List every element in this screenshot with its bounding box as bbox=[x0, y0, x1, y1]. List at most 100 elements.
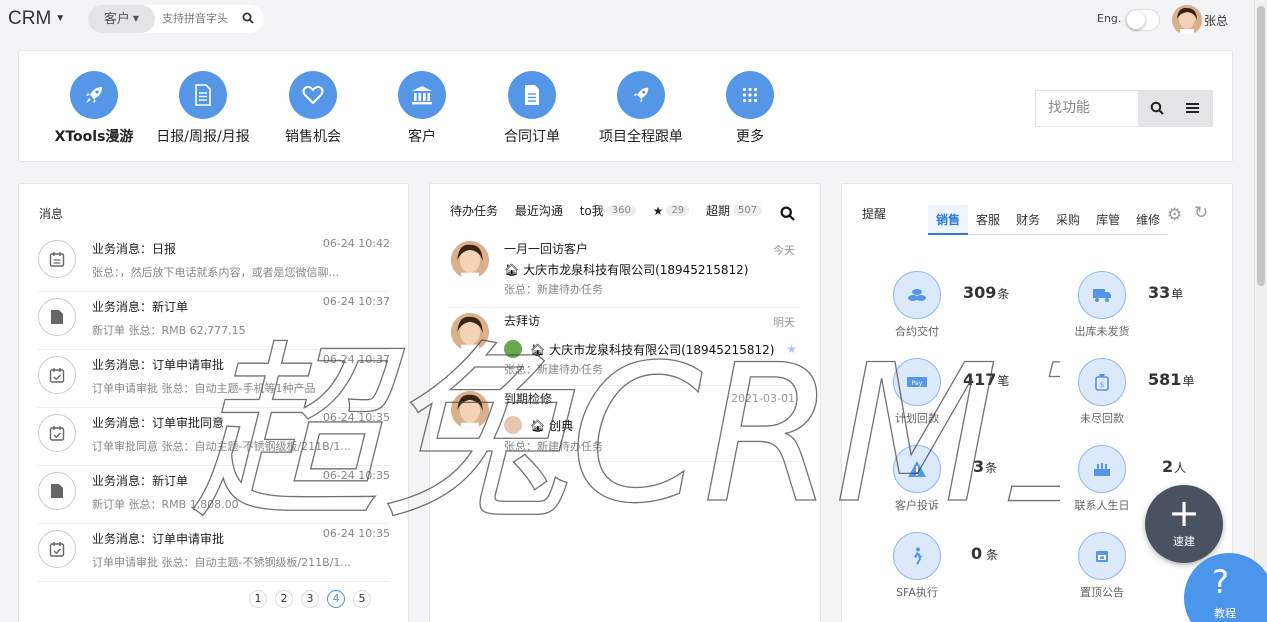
stat-value: 3条 bbox=[973, 457, 998, 476]
page-button[interactable]: 3 bbox=[301, 590, 319, 608]
caret-down-icon: ▼ bbox=[55, 13, 66, 24]
task-item[interactable]: 到期检修 2021-03-01 🏠︎ 创典 张总：新建待办任务 bbox=[448, 386, 801, 462]
task-title: 一月一回访客户 bbox=[504, 242, 589, 256]
language-toggle[interactable] bbox=[1125, 9, 1160, 31]
stat-value: 417笔 bbox=[963, 370, 1010, 389]
tab-finance[interactable]: 财务 bbox=[1008, 205, 1048, 235]
tab-badge: 507 bbox=[733, 205, 763, 216]
tutorial-label: 教程 bbox=[1214, 607, 1236, 620]
stat-outstanding-payment[interactable]: $ 未尽回款 581单 bbox=[1078, 358, 1238, 438]
question-icon: ? bbox=[1212, 563, 1229, 601]
message-item[interactable]: 业务消息：新订单 06-24 10:37 新订单 张总：RMB 62,777.1… bbox=[38, 292, 390, 350]
nav-projects[interactable]: 项目全程跟单 bbox=[586, 71, 696, 146]
nav-contracts[interactable]: 合同订单 bbox=[477, 71, 587, 146]
stat-value: 309条 bbox=[963, 283, 1010, 302]
nav-label: 日报/周报/月报 bbox=[156, 129, 250, 145]
stat-label: 客户投诉 bbox=[895, 499, 939, 512]
language-label: Eng. bbox=[1097, 12, 1122, 25]
function-search: 找功能 bbox=[1035, 90, 1213, 127]
tab-warehouse[interactable]: 库管 bbox=[1088, 205, 1128, 235]
contact-avatar bbox=[504, 416, 522, 434]
nav-reports[interactable]: 日报/周报/月报 bbox=[148, 71, 258, 146]
stat-complaints[interactable]: 客户投诉 3条 bbox=[893, 445, 1053, 525]
task-company[interactable]: 🏠︎ 大庆市龙泉科技有限公司(18945215812) bbox=[504, 261, 748, 278]
quick-create-button[interactable]: + 速建 bbox=[1145, 485, 1223, 563]
nav-opportunities[interactable]: 销售机会 bbox=[258, 71, 368, 146]
task-tabs: 待办任务 最近沟通 to我 360 ★ 29 超期 507 bbox=[450, 202, 775, 219]
tab-sales[interactable]: 销售 bbox=[928, 205, 969, 235]
tab-todo[interactable]: 待办任务 bbox=[450, 202, 498, 219]
brand-menu[interactable]: CRM ▼ bbox=[8, 8, 65, 30]
reminder-tabs: 销售 客服 财务 采购 库管 维修 bbox=[928, 205, 1169, 235]
message-item[interactable]: 业务消息：日报 06-24 10:42 张总：，然后放下电话就系内容，或者是您微… bbox=[38, 234, 390, 292]
tab-overdue[interactable]: 超期 507 bbox=[706, 202, 763, 219]
calendar-check-icon bbox=[38, 530, 76, 568]
page-button[interactable]: 5 bbox=[353, 590, 371, 608]
task-company[interactable]: 🏠︎ 创典 bbox=[504, 416, 573, 434]
stat-contract-delivery[interactable]: 合约交付 309条 bbox=[893, 271, 1053, 351]
heart-icon bbox=[289, 71, 337, 119]
function-search-input[interactable]: 找功能 bbox=[1048, 91, 1090, 126]
caret-down-icon: ▼ bbox=[132, 14, 140, 23]
refresh-icon[interactable]: ↻ bbox=[1194, 203, 1208, 223]
search-icon[interactable] bbox=[1150, 101, 1164, 118]
task-item[interactable]: 一月一回访客户 今天 🏠︎ 大庆市龙泉科技有限公司(18945215812) 张… bbox=[448, 236, 801, 308]
user-name[interactable]: 张总 bbox=[1204, 12, 1228, 29]
tab-recent[interactable]: 最近沟通 bbox=[515, 202, 563, 219]
walker-icon bbox=[893, 532, 941, 580]
quick-create-label: 速建 bbox=[1173, 535, 1195, 548]
search-icon[interactable] bbox=[242, 12, 254, 27]
stat-unshipped[interactable]: 出库未发货 33单 bbox=[1075, 271, 1238, 351]
coins-icon bbox=[893, 271, 941, 319]
page-button[interactable]: 1 bbox=[249, 590, 267, 608]
tab-starred[interactable]: ★ 29 bbox=[653, 204, 690, 218]
nav-more[interactable]: 更多 bbox=[695, 71, 805, 146]
tab-to-me[interactable]: to我 360 bbox=[580, 202, 636, 219]
truck-icon bbox=[1078, 271, 1126, 319]
svg-text:$: $ bbox=[1100, 381, 1104, 389]
rocket-icon bbox=[617, 71, 665, 119]
menu-icon[interactable] bbox=[1186, 101, 1200, 118]
gear-icon[interactable]: ⚙ bbox=[1167, 205, 1182, 225]
message-desc: 订单申请审批 张总：自动主题-不锈钢级板/211B/1... bbox=[92, 556, 351, 569]
svg-text:Pay: Pay bbox=[912, 380, 923, 387]
plus-icon: + bbox=[1168, 491, 1200, 535]
star-icon[interactable]: ★ bbox=[786, 342, 797, 356]
tab-label: 最近沟通 bbox=[514, 204, 563, 218]
page-scrollbar[interactable] bbox=[1254, 0, 1267, 622]
tab-badge: 360 bbox=[606, 205, 636, 216]
user-avatar[interactable] bbox=[1172, 5, 1202, 35]
cake-icon bbox=[1078, 445, 1126, 493]
search-input[interactable]: 支持拼音字头 bbox=[162, 5, 228, 33]
tab-repair[interactable]: 维修 bbox=[1128, 205, 1168, 235]
page-button[interactable]: 2 bbox=[275, 590, 293, 608]
message-item[interactable]: 业务消息：订单审批同意 06-24 10:35 订单审批同意 张总：自动主题-不… bbox=[38, 408, 390, 466]
stat-planned-payment[interactable]: Pay 计划回款 417笔 bbox=[893, 358, 1053, 438]
message-item[interactable]: 业务消息：订单申请审批 06-24 10:37 订单申请审批 张总：自动主题-手… bbox=[38, 350, 390, 408]
task-note: 张总：新建待办任务 bbox=[504, 363, 603, 376]
scrollbar-thumb[interactable] bbox=[1257, 6, 1265, 286]
task-item[interactable]: 去拜访 明天 🏠︎ 大庆市龙泉科技有限公司(18945215812) 张总：新建… bbox=[448, 308, 801, 386]
tab-service[interactable]: 客服 bbox=[968, 205, 1008, 235]
search-scope-select[interactable]: 客户 ▼ bbox=[88, 5, 155, 33]
task-title: 去拜访 bbox=[504, 314, 541, 328]
calendar-check-icon bbox=[38, 356, 76, 394]
stat-sfa[interactable]: SFA执行 0条 bbox=[893, 532, 1053, 612]
nav-customers[interactable]: 客户 bbox=[367, 71, 477, 146]
task-company[interactable]: 🏠︎ 大庆市龙泉科技有限公司(18945215812) bbox=[504, 340, 774, 358]
file-icon bbox=[508, 71, 556, 119]
search-icon[interactable] bbox=[780, 206, 795, 224]
page-button-active[interactable]: 4 bbox=[327, 590, 345, 608]
pagination: 12345 bbox=[249, 590, 379, 608]
message-item[interactable]: 业务消息：订单申请审批 06-24 10:35 订单申请审批 张总：自动主题-不… bbox=[38, 524, 390, 582]
brand-label: CRM bbox=[8, 8, 52, 29]
reminders-title: 提醒 bbox=[862, 207, 887, 221]
stat-value: 2人 bbox=[1162, 457, 1187, 476]
nav-xtools[interactable]: XTools漫游 bbox=[39, 71, 149, 146]
message-item[interactable]: 业务消息：新订单 06-24 10:35 新订单 张总：RMB 1,808.00 bbox=[38, 466, 390, 524]
company-name: 创典 bbox=[549, 419, 574, 433]
tab-purchase[interactable]: 采购 bbox=[1048, 205, 1088, 235]
contact-avatar bbox=[504, 340, 522, 358]
message-time: 06-24 10:35 bbox=[322, 469, 390, 482]
file-icon bbox=[38, 298, 76, 336]
